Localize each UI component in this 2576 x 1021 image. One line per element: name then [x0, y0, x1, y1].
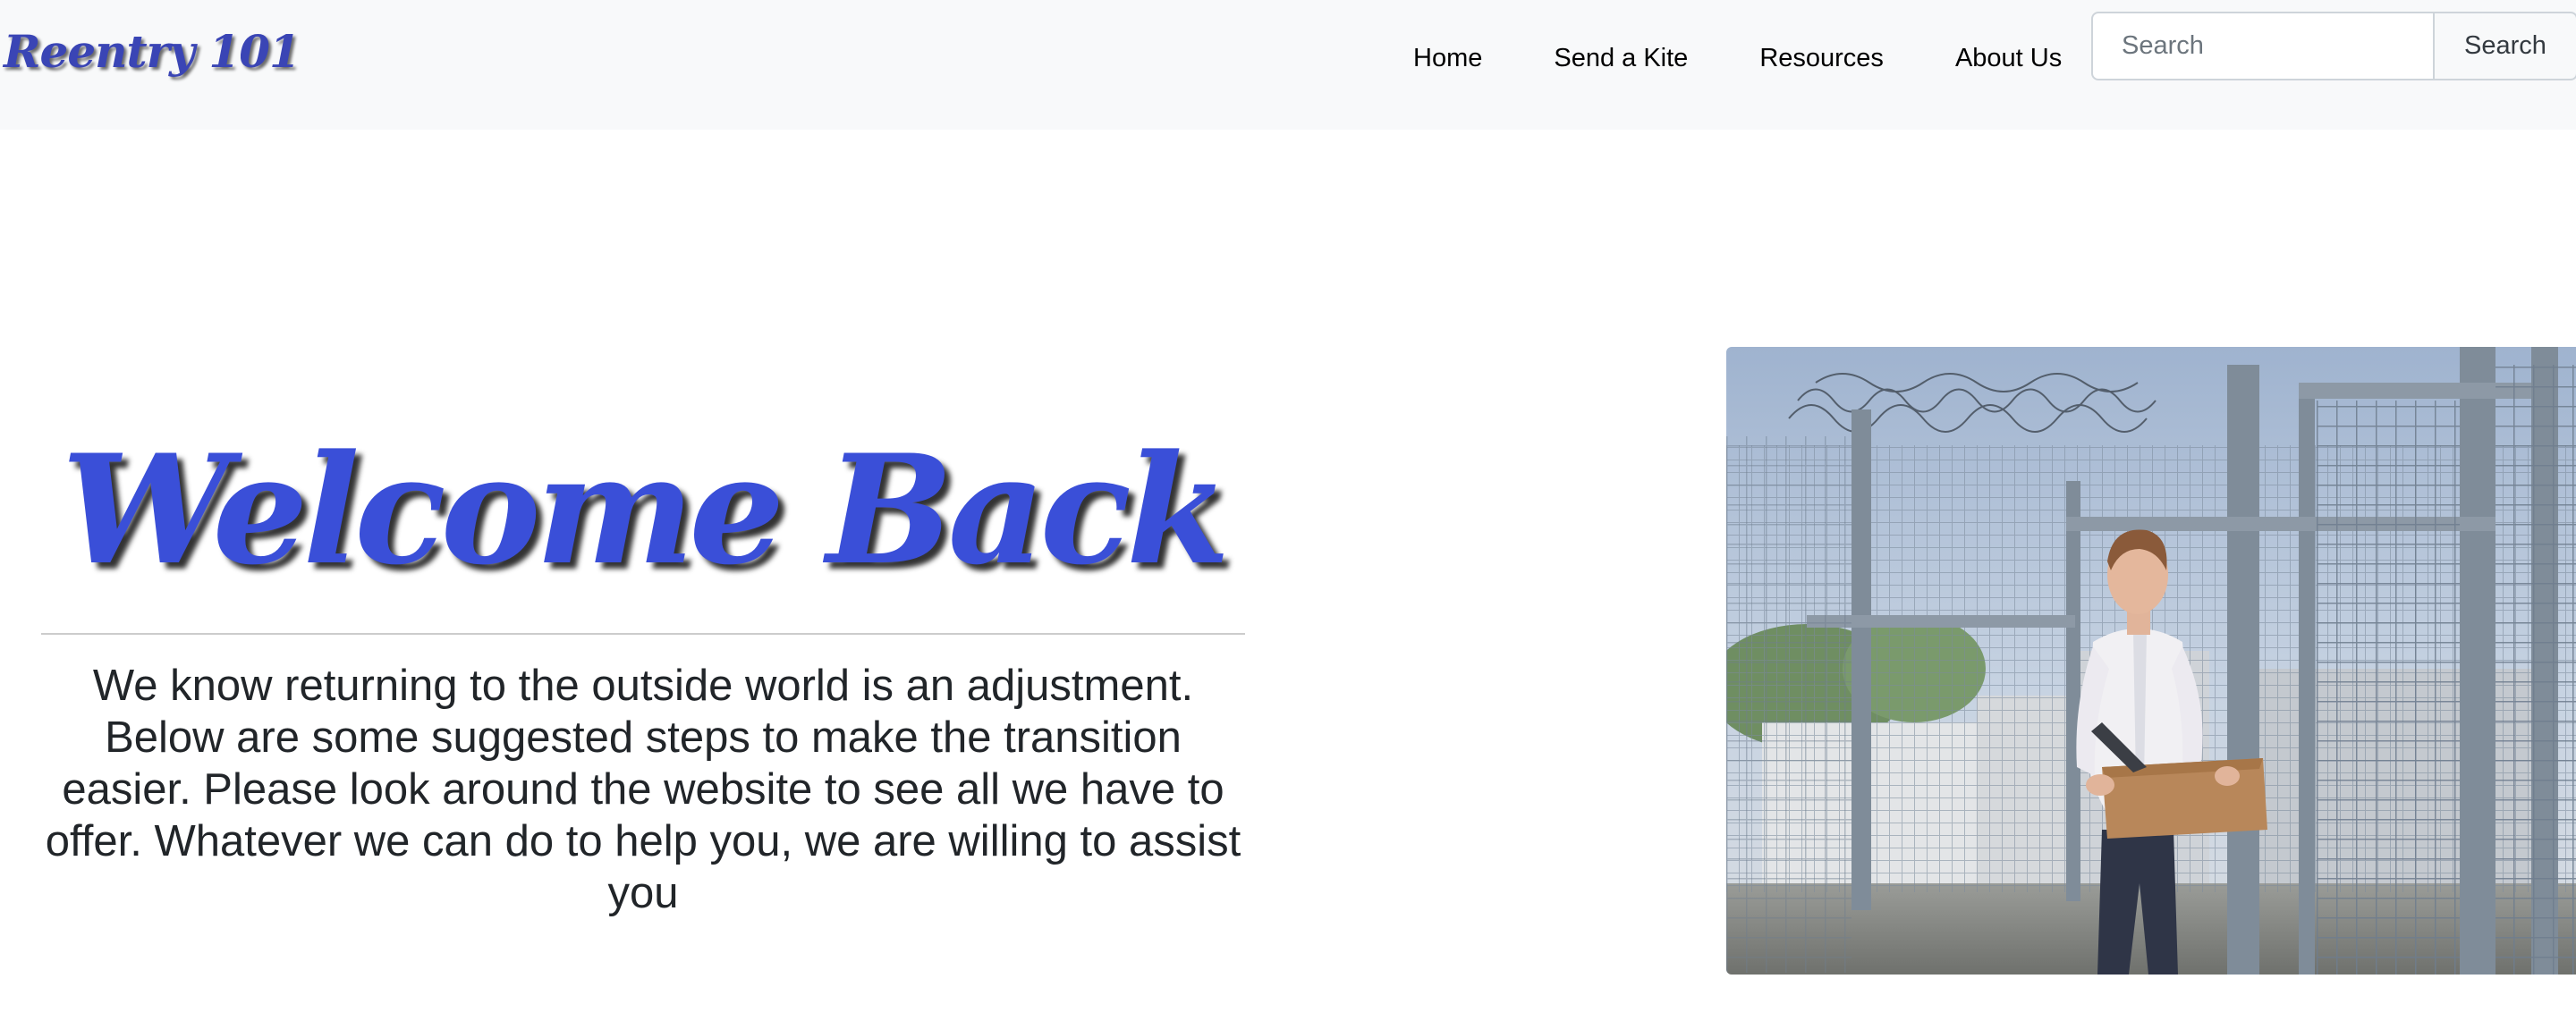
- welcome-title: Welcome Back: [61, 421, 1231, 598]
- nav-links: Home Send a Kite Resources About Us: [1377, 0, 2097, 116]
- hero-image: [1726, 347, 2576, 975]
- intro-paragraph: We know returning to the outside world i…: [45, 662, 1241, 917]
- nav-link-home[interactable]: Home: [1377, 44, 1518, 73]
- nav-link-send-a-kite[interactable]: Send a Kite: [1518, 44, 1724, 73]
- nav-link-resources[interactable]: Resources: [1724, 44, 1919, 73]
- navbar: Reentry 101 Home Send a Kite Resources A…: [0, 0, 2576, 130]
- search-button[interactable]: Search: [2435, 12, 2576, 80]
- search-form: Search: [2091, 12, 2576, 80]
- brand-logo[interactable]: Reentry 101: [4, 25, 301, 78]
- search-input[interactable]: [2091, 12, 2435, 80]
- divider: [41, 633, 1245, 635]
- hero-text-section: Welcome Back We know returning to the ou…: [41, 420, 1245, 917]
- nav-link-about-us[interactable]: About Us: [1919, 44, 2097, 73]
